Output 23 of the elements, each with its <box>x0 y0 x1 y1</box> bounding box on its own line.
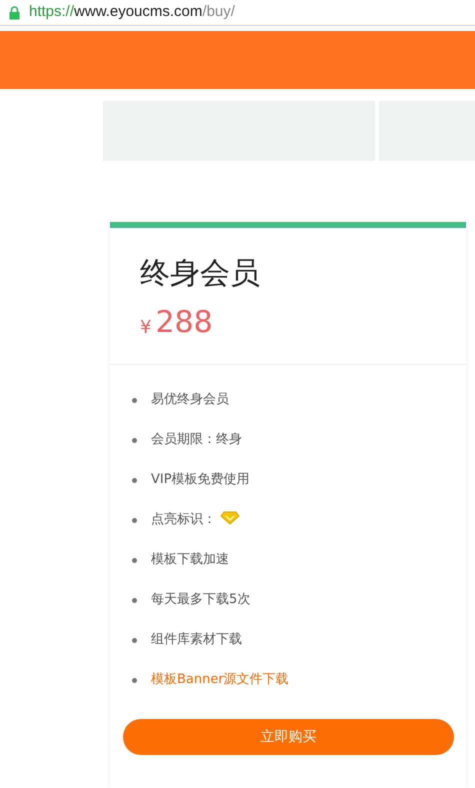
bullet-icon <box>132 598 137 603</box>
feature-text: 模板Banner源文件下载 <box>151 671 289 689</box>
bullet-icon <box>132 678 137 683</box>
feature-text: 模板下载加速 <box>151 551 229 569</box>
bullet-icon <box>132 638 137 643</box>
bullet-icon <box>132 398 137 403</box>
feature-text: VIP模板免费使用 <box>151 471 250 489</box>
plan-title: 终身会员 <box>140 255 261 293</box>
url-text: https://www.eyoucms.com/buy/ <box>29 2 235 22</box>
address-bar[interactable]: https://www.eyoucms.com/buy/ <box>0 0 475 26</box>
feature-text: 组件库素材下载 <box>151 631 242 649</box>
feature-text: 点亮标识： <box>151 511 216 529</box>
feature-text: 每天最多下载5次 <box>151 591 250 609</box>
bullet-icon <box>132 558 137 563</box>
diamond-icon <box>220 511 240 525</box>
bullet-icon <box>132 478 137 483</box>
bullet-icon <box>132 518 137 523</box>
feature-text: 会员期限：终身 <box>151 431 242 449</box>
lock-icon <box>8 6 21 20</box>
currency-symbol: ¥ <box>140 316 152 340</box>
feature-text: 易优终身会员 <box>151 391 229 409</box>
bullet-icon <box>132 438 137 443</box>
plan-price: 288 <box>155 306 213 340</box>
